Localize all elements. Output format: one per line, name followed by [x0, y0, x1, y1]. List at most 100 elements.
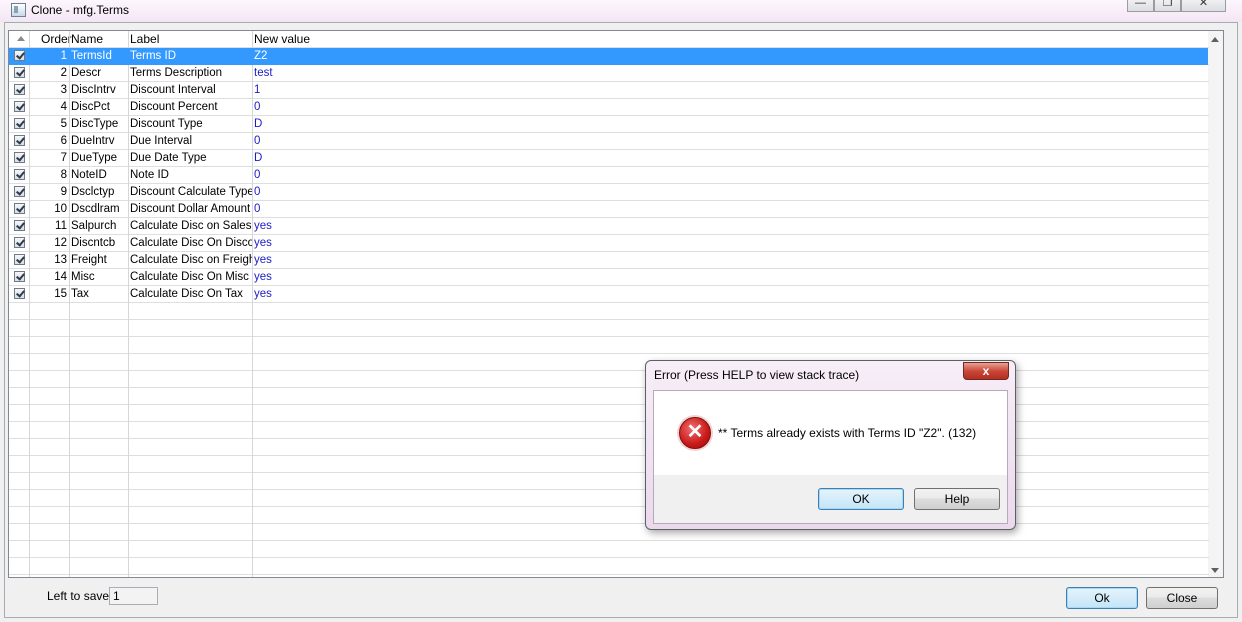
minimize-button[interactable]: — [1127, 0, 1154, 12]
label-cell: Calculate Disc on Sales [130, 220, 252, 232]
dialog-ok-button[interactable]: OK [818, 488, 904, 510]
ok-button[interactable]: Ok [1066, 587, 1138, 609]
row-divider [9, 438, 1209, 439]
scroll-down-icon[interactable] [1211, 568, 1219, 573]
error-dialog: Error (Press HELP to view stack trace) x… [645, 360, 1016, 530]
table-row[interactable]: 13 Freight Calculate Disc on Freigh yes [9, 252, 1208, 269]
row-divider [9, 404, 1209, 405]
left-to-save-label: Left to save: [47, 589, 113, 603]
column-header-name[interactable]: Name [71, 31, 103, 47]
row-checkbox[interactable] [14, 67, 25, 78]
row-checkbox[interactable] [14, 50, 25, 61]
window-close-button[interactable]: ✕ [1181, 0, 1226, 12]
order-cell: 1 [60, 50, 67, 62]
row-checkbox[interactable] [14, 254, 25, 265]
table-row[interactable]: 7 DueType Due Date Type D [9, 150, 1208, 167]
table-row[interactable]: 1 TermsId Terms ID Z2 [9, 48, 1208, 65]
row-checkbox[interactable] [14, 135, 25, 146]
table-row[interactable]: 8 NoteID Note ID 0 [9, 167, 1208, 184]
new-value-cell[interactable]: 0 [254, 99, 454, 116]
new-value-cell[interactable]: 0 [254, 184, 454, 201]
order-cell: 12 [54, 237, 67, 249]
row-divider [9, 455, 1209, 456]
title-bar[interactable]: Clone - mfg.Terms — ❐ ✕ [0, 0, 1242, 22]
app-icon [11, 3, 26, 17]
new-value-cell[interactable]: 1 [254, 82, 454, 99]
new-value-cell[interactable]: 0 [254, 167, 454, 184]
name-cell: NoteID [71, 169, 107, 181]
order-cell: 6 [60, 135, 67, 147]
label-cell: Discount Interval [130, 84, 216, 96]
row-divider [9, 387, 1209, 388]
name-cell: Discntcb [71, 237, 116, 249]
scroll-up-icon[interactable] [1211, 37, 1219, 42]
table-row[interactable]: 11 Salpurch Calculate Disc on Sales yes [9, 218, 1208, 235]
order-cell: 9 [60, 186, 67, 198]
table-row[interactable]: 14 Misc Calculate Disc On Misc yes [9, 269, 1208, 286]
new-value-cell[interactable]: yes [254, 269, 454, 286]
new-value-cell[interactable]: yes [254, 218, 454, 235]
name-cell: Misc [71, 271, 95, 283]
new-value-cell[interactable]: yes [254, 252, 454, 269]
row-checkbox[interactable] [14, 101, 25, 112]
row-checkbox[interactable] [14, 152, 25, 163]
table-row[interactable]: 12 Discntcb Calculate Disc On Discou yes [9, 235, 1208, 252]
label-cell: Due Interval [130, 135, 193, 147]
table-row[interactable]: 4 DiscPct Discount Percent 0 [9, 99, 1208, 116]
new-value-cell[interactable]: 0 [254, 201, 454, 218]
order-cell: 11 [55, 220, 67, 232]
column-header-label[interactable]: Label [130, 31, 159, 47]
name-cell: Dsclctyp [71, 186, 115, 198]
row-checkbox[interactable] [14, 237, 25, 248]
row-checkbox[interactable] [14, 169, 25, 180]
new-value-cell[interactable]: Z2 [254, 48, 454, 65]
order-cell: 8 [60, 169, 67, 181]
column-header-new-value[interactable]: New value [254, 31, 310, 47]
table-row[interactable]: 10 Dscdlram Discount Dollar Amount 0 [9, 201, 1208, 218]
row-divider [9, 557, 1209, 558]
row-divider [9, 574, 1209, 575]
table-row[interactable]: 6 DueIntrv Due Interval 0 [9, 133, 1208, 150]
label-cell: Calculate Disc On Misc [130, 271, 249, 283]
column-header-order[interactable]: Order [41, 31, 72, 47]
label-cell: Discount Calculate Type [130, 186, 252, 198]
new-value-cell[interactable]: test [254, 65, 454, 82]
table-row[interactable]: 3 DiscIntrv Discount Interval 1 [9, 82, 1208, 99]
row-checkbox[interactable] [14, 186, 25, 197]
vertical-scrollbar[interactable] [1208, 31, 1223, 577]
row-checkbox[interactable] [14, 118, 25, 129]
table-row[interactable]: 2 Descr Terms Description test [9, 65, 1208, 82]
row-checkbox[interactable] [14, 220, 25, 231]
table-row[interactable]: 5 DiscType Discount Type D [9, 116, 1208, 133]
table-row[interactable]: 9 Dsclctyp Discount Calculate Type 0 [9, 184, 1208, 201]
row-divider [9, 523, 1209, 524]
label-cell: Note ID [130, 169, 169, 181]
label-cell: Discount Percent [130, 101, 218, 113]
table-row[interactable]: 15 Tax Calculate Disc On Tax yes [9, 286, 1208, 303]
label-cell: Discount Dollar Amount [130, 203, 251, 215]
dialog-help-button[interactable]: Help [914, 488, 1000, 510]
row-checkbox[interactable] [14, 271, 25, 282]
row-divider [9, 506, 1209, 507]
new-value-cell[interactable]: D [254, 150, 454, 167]
dialog-close-button[interactable]: x [963, 362, 1009, 380]
new-value-cell[interactable]: yes [254, 235, 454, 252]
order-cell: 10 [54, 203, 67, 215]
row-checkbox[interactable] [14, 84, 25, 95]
window-title: Clone - mfg.Terms [31, 3, 130, 17]
name-cell: Tax [71, 288, 89, 300]
label-cell: Terms ID [130, 50, 176, 62]
restore-button[interactable]: ❐ [1154, 0, 1181, 12]
row-checkbox[interactable] [14, 203, 25, 214]
name-cell: DiscIntrv [71, 84, 116, 96]
row-divider [9, 319, 1209, 320]
new-value-cell[interactable]: D [254, 116, 454, 133]
new-value-cell[interactable]: yes [254, 286, 454, 303]
order-cell: 2 [60, 67, 67, 79]
new-value-cell[interactable]: 0 [254, 133, 454, 150]
clone-window: Clone - mfg.Terms — ❐ ✕ Order Name Label Ne… [0, 0, 1242, 622]
clone-grid[interactable]: Order Name Label New value 1 TermsId Terms ID Z… [8, 30, 1224, 578]
row-divider [9, 472, 1209, 473]
close-button[interactable]: Close [1146, 587, 1218, 609]
row-checkbox[interactable] [14, 288, 25, 299]
